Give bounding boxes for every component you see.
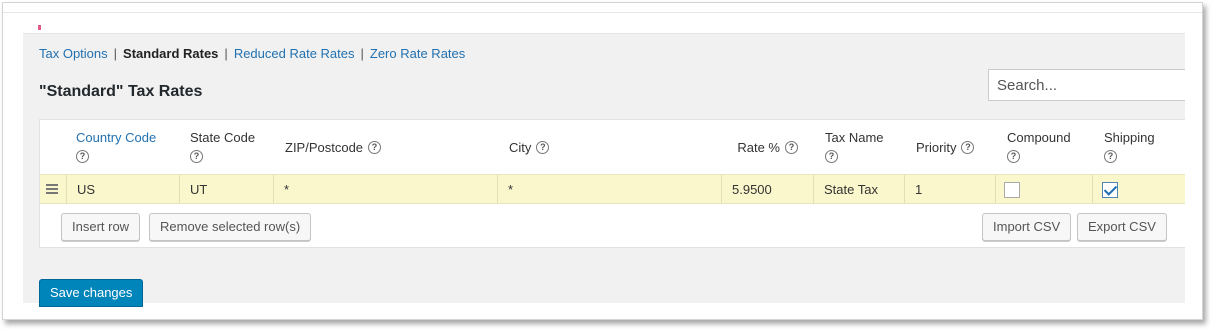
column-zip-postcode: ZIP/Postcode ?: [285, 120, 485, 174]
column-label: Priority: [916, 139, 957, 155]
postcode-cell[interactable]: *: [274, 175, 498, 204]
tax-rates-table: Country Code ? State Code ? ZIP/Postcode…: [39, 119, 1185, 248]
help-icon[interactable]: ?: [825, 150, 838, 163]
priority-cell[interactable]: 1: [905, 175, 996, 204]
column-label: Shipping: [1104, 130, 1155, 145]
subnav-standard-rates: Standard Rates: [123, 46, 219, 61]
country-code-cell[interactable]: US: [66, 175, 180, 204]
subnav-zero-rate-rates[interactable]: Zero Rate Rates: [370, 46, 465, 61]
help-icon[interactable]: ?: [1104, 150, 1117, 163]
column-label[interactable]: Country Code: [76, 130, 156, 145]
column-label: Compound: [1007, 130, 1071, 145]
column-state-code: State Code ?: [190, 120, 280, 174]
city-cell[interactable]: *: [498, 175, 722, 204]
column-priority: Priority ?: [916, 120, 1006, 174]
column-shipping: Shipping ?: [1104, 120, 1184, 174]
compound-checkbox[interactable]: [1004, 182, 1020, 198]
help-icon[interactable]: ?: [368, 140, 382, 154]
drag-handle-icon[interactable]: [46, 184, 58, 195]
column-label: Rate %: [737, 139, 780, 155]
state-code-cell[interactable]: UT: [180, 175, 274, 204]
column-label: ZIP/Postcode: [285, 139, 364, 155]
column-rate: Rate % ?: [720, 120, 798, 174]
help-icon[interactable]: ?: [961, 140, 975, 154]
help-icon[interactable]: ?: [190, 150, 203, 163]
subnav-reduced-rate-rates[interactable]: Reduced Rate Rates: [234, 46, 355, 61]
table-row[interactable]: US UT * * 5.9500 State Tax 1: [40, 174, 1185, 204]
column-city: City ?: [509, 120, 709, 174]
column-compound: Compound ?: [1007, 120, 1097, 174]
help-icon[interactable]: ?: [76, 150, 89, 163]
column-label: City: [509, 139, 532, 155]
remove-selected-rows-button[interactable]: Remove selected row(s): [149, 213, 312, 241]
rate-cell[interactable]: 5.9500: [722, 175, 814, 204]
help-icon[interactable]: ?: [785, 140, 798, 154]
subnav-separator: |: [224, 46, 228, 61]
help-icon[interactable]: ?: [536, 140, 550, 154]
column-label: State Code: [190, 130, 256, 145]
import-csv-button[interactable]: Import CSV: [982, 213, 1072, 241]
column-label: Tax Name: [825, 130, 884, 145]
screenshot-frame: Tax Options | Standard Rates | Reduced Rate …: [2, 2, 1203, 320]
compound-cell: [996, 175, 1093, 204]
column-tax-name: Tax Name ?: [825, 120, 905, 174]
page-title: "Standard" Tax Rates: [39, 83, 203, 100]
subnav-separator: |: [113, 46, 118, 61]
column-country-code[interactable]: Country Code ?: [76, 120, 184, 174]
subnav-separator: |: [360, 46, 364, 61]
search-input[interactable]: [988, 69, 1185, 101]
shipping-cell: [1093, 175, 1186, 204]
subnav-tax-options[interactable]: Tax Options: [39, 46, 108, 61]
save-changes-button[interactable]: Save changes: [39, 279, 144, 307]
help-icon[interactable]: ?: [1007, 150, 1020, 163]
tax-subnav: Tax Options | Standard Rates | Reduced Rate …: [39, 46, 465, 61]
tax-settings-panel: Tax Options | Standard Rates | Reduced Rate …: [23, 33, 1185, 307]
export-csv-button[interactable]: Export CSV: [1077, 213, 1167, 241]
tax-name-cell[interactable]: State Tax: [814, 175, 905, 204]
table-header: Country Code ? State Code ? ZIP/Postcode…: [40, 120, 1185, 174]
top-strip: [3, 3, 1202, 13]
page-marker: [38, 25, 41, 30]
insert-row-button[interactable]: Insert row: [61, 213, 141, 241]
shipping-checkbox[interactable]: [1102, 182, 1118, 198]
